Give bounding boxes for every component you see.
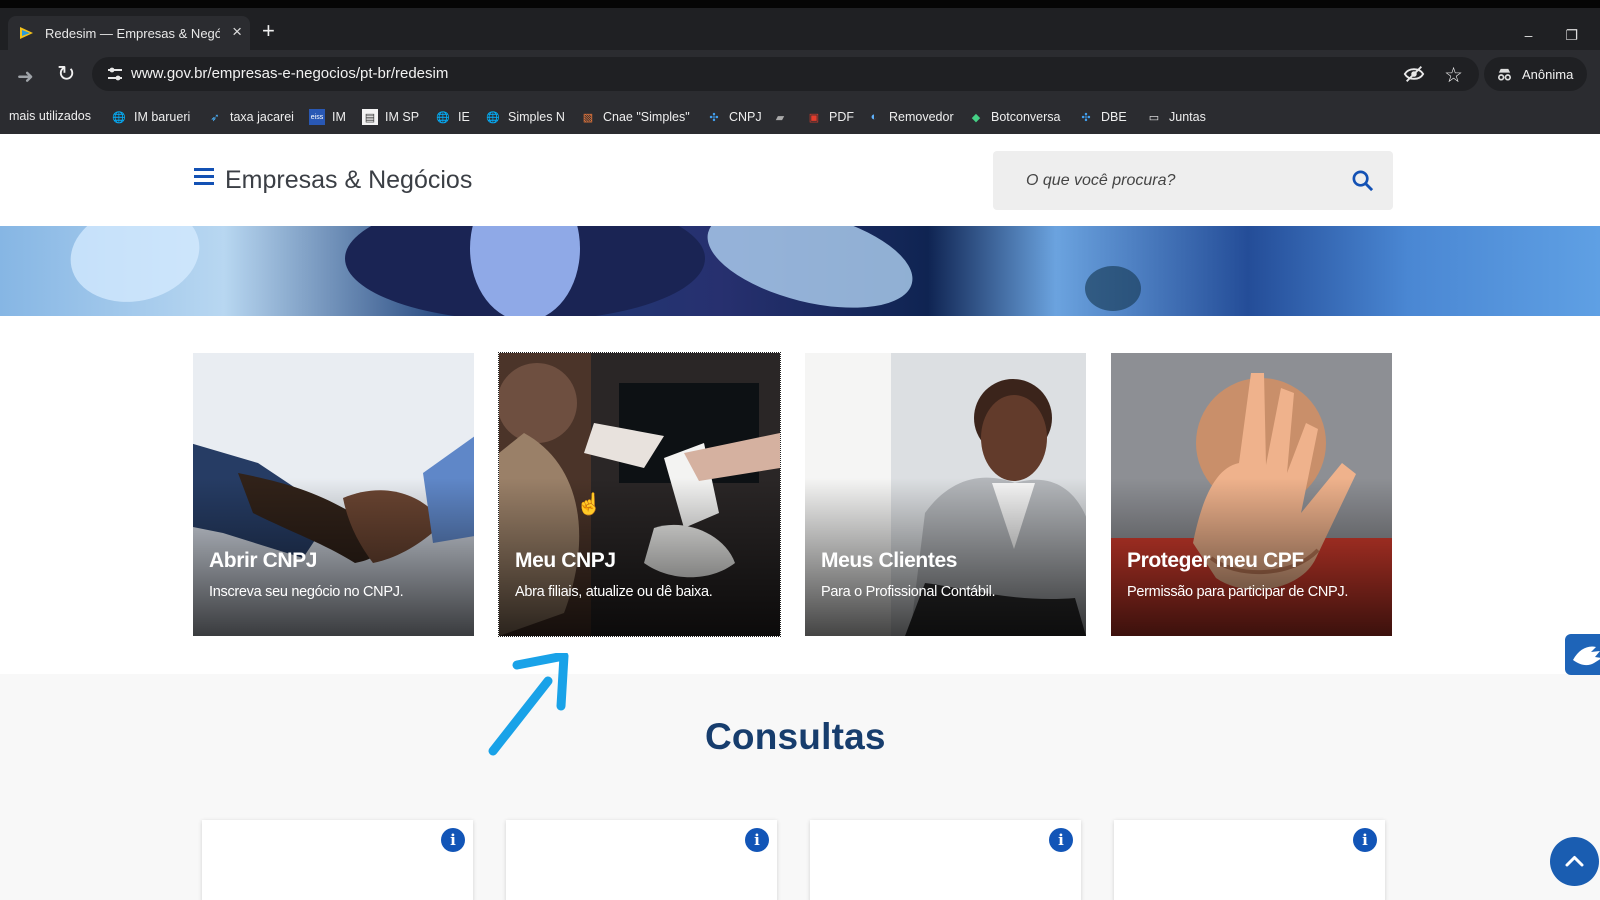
info-icon[interactable]: i: [745, 828, 769, 852]
hero-plant-shape: [1085, 266, 1141, 311]
address-toolbar: ➜ ↻ www.gov.br/empresas-e-negocios/pt-br…: [0, 50, 1600, 98]
profile-label: Anônima: [1522, 66, 1574, 82]
active-tab[interactable]: Redesim — Empresas & Negóc ×: [8, 16, 250, 50]
flag-icon: ▰: [775, 111, 785, 124]
info-icon[interactable]: i: [1049, 828, 1073, 852]
card-meus-clientes[interactable]: Meus Clientes Para o Profissional Contáb…: [805, 353, 1086, 636]
bookmark-botconversa[interactable]: ◆ Botconversa: [968, 109, 1061, 125]
pdf-icon: ▣: [808, 111, 820, 124]
consulta-card[interactable]: i: [1114, 820, 1385, 900]
eiss-icon: eiss: [309, 109, 325, 125]
receita-icon: ✣: [1081, 111, 1091, 124]
web-page: Empresas & Negócios O que você procura? …: [0, 134, 1600, 900]
bookmark-flag[interactable]: ▰: [772, 109, 795, 125]
new-tab-button[interactable]: +: [262, 20, 275, 42]
bookmark-im-sp[interactable]: ▤ IM SP: [362, 109, 419, 125]
bookmark-simples-n[interactable]: 🌐 Simples N: [485, 109, 565, 125]
info-icon[interactable]: i: [441, 828, 465, 852]
consulta-card[interactable]: i: [506, 820, 777, 900]
chevron-up-icon: [1565, 856, 1584, 867]
consulta-card[interactable]: i: [810, 820, 1081, 900]
bookmark-cnpj[interactable]: ✣ CNPJ: [706, 109, 761, 125]
receita-icon: ✣: [709, 111, 719, 124]
reload-icon[interactable]: ↻: [57, 61, 75, 87]
incognito-icon: [1497, 68, 1512, 81]
document-icon: ▤: [362, 109, 378, 125]
globe-icon: 🌐: [486, 111, 500, 124]
forward-arrow-icon[interactable]: ➜: [17, 64, 34, 89]
bookmark-juntas[interactable]: ▭ Juntas: [1146, 109, 1206, 125]
card-abrir-cnpj[interactable]: Abrir CNPJ Inscreva seu negócio no CNPJ.: [193, 353, 474, 636]
tab-title: Redesim — Empresas & Negóc: [45, 25, 220, 41]
globe-icon: 🌐: [112, 111, 126, 124]
screen-top-border: [0, 0, 1600, 8]
remove-icon: ◐: [870, 111, 878, 123]
site-settings-icon[interactable]: [106, 66, 124, 82]
card-description: Permissão para participar de CNPJ.: [1127, 584, 1349, 600]
annotation-arrow-icon: [488, 653, 569, 756]
bookmark-mais-utilizados[interactable]: mais utilizados: [9, 109, 91, 123]
card-title: Meu CNPJ: [515, 549, 616, 572]
card-title: Proteger meu CPF: [1127, 549, 1304, 572]
hero-image: [0, 226, 1600, 316]
card-meu-cnpj[interactable]: Meu CNPJ Abra filiais, atualize ou dê ba…: [498, 352, 781, 637]
hand-cursor-icon: ☝: [576, 493, 603, 516]
window-controls: – ❐: [1525, 27, 1578, 44]
site-title[interactable]: Empresas & Negócios: [225, 165, 472, 195]
hero-shirt-shape: [61, 226, 209, 314]
site-search-input[interactable]: O que você procura?: [993, 151, 1393, 210]
striped-icon: ▧: [582, 111, 594, 124]
bookmark-dbe[interactable]: ✣ DBE: [1078, 109, 1126, 125]
bookmark-taxa-jacarei[interactable]: ➶ taxa jacarei: [207, 109, 294, 125]
tracking-protection-eye-icon[interactable]: [1403, 64, 1425, 84]
menu-icon[interactable]: [194, 167, 214, 186]
bookmark-removedor[interactable]: ◐ Removedor: [866, 109, 954, 125]
back-to-top-button[interactable]: [1550, 837, 1599, 886]
hero-crossed-arm-shape: [697, 226, 923, 316]
bookmarks-bar: mais utilizados 🌐 IM barueri ➶ taxa jacare…: [0, 100, 1600, 134]
incognito-profile-button[interactable]: Anônima: [1484, 57, 1587, 91]
consultas-heading: Consultas: [705, 716, 886, 757]
tab-strip: Redesim — Empresas & Negóc × + – ❐: [0, 8, 1600, 50]
hand-signs-icon: [1573, 646, 1600, 666]
consulta-card[interactable]: i: [202, 820, 473, 900]
minimize-window-icon[interactable]: –: [1525, 27, 1533, 44]
card-title: Meus Clientes: [821, 549, 958, 572]
bookmark-pdf[interactable]: ▣ PDF: [806, 109, 854, 125]
card-title: Abrir CNPJ: [209, 549, 318, 572]
bookmark-star-icon[interactable]: ☆: [1444, 63, 1463, 88]
globe-icon: 🌐: [436, 111, 450, 124]
gov-br-favicon-icon: [18, 24, 36, 42]
info-icon[interactable]: i: [1353, 828, 1377, 852]
bird-icon: ➶: [210, 111, 220, 124]
card-proteger-meu-cpf[interactable]: Proteger meu CPF Permissão para particip…: [1111, 353, 1392, 636]
search-icon[interactable]: [1351, 169, 1374, 192]
bookmark-im-barueri[interactable]: 🌐 IM barueri: [111, 109, 190, 125]
bot-icon: ◆: [971, 111, 981, 124]
site-header: Empresas & Negócios O que você procura?: [0, 134, 1600, 226]
bookmark-cnae-simples[interactable]: ▧ Cnae "Simples": [580, 109, 690, 125]
card-description: Para o Profissional Contábil.: [821, 584, 996, 600]
service-cards-section: Abrir CNPJ Inscreva seu negócio no CNPJ.…: [0, 316, 1600, 674]
bookmark-ie[interactable]: 🌐 IE: [435, 109, 470, 125]
url-text[interactable]: www.gov.br/empresas-e-negocios/pt-br/red…: [131, 65, 448, 82]
search-placeholder: O que você procura?: [1026, 172, 1176, 189]
close-tab-icon[interactable]: ×: [232, 23, 242, 41]
bookmark-im[interactable]: eiss IM: [309, 109, 346, 125]
folder-icon: ▭: [1148, 111, 1160, 124]
card-description: Abra filiais, atualize ou dê baixa.: [515, 584, 713, 600]
browser-chrome: Redesim — Empresas & Negóc × + – ❐ ➜ ↻ w…: [0, 0, 1600, 134]
address-bar[interactable]: www.gov.br/empresas-e-negocios/pt-br/red…: [92, 57, 1479, 91]
restore-window-icon[interactable]: ❐: [1565, 27, 1578, 44]
sign-language-accessibility-button[interactable]: [1565, 634, 1600, 675]
card-description: Inscreva seu negócio no CNPJ.: [209, 584, 404, 600]
